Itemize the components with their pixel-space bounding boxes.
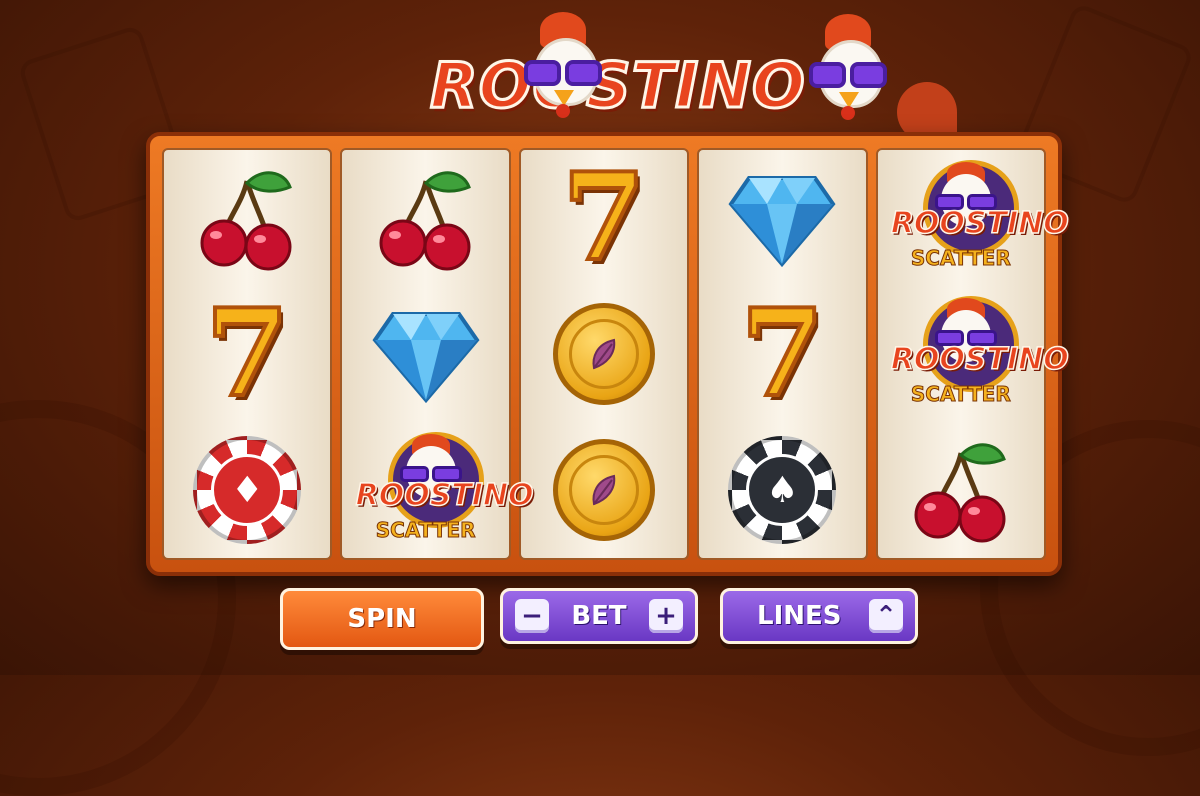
slot-machine-frame: 7 ♦ ROOSTINO SCATTER 7 7 ♠ ROOSTINO SCATTER … bbox=[146, 132, 1070, 576]
rooster-mascot-icon bbox=[520, 10, 606, 120]
spin-button[interactable]: SPIN bbox=[280, 588, 484, 650]
scatter-subtitle: SCATTER bbox=[375, 518, 476, 543]
red-diamond-chip-symbol-icon: ♦ bbox=[177, 426, 317, 554]
seven-glyph: 7 bbox=[560, 147, 647, 288]
seven-glyph: 7 bbox=[739, 283, 826, 424]
scatter-symbol-icon: ROOSTINO SCATTER bbox=[355, 426, 534, 554]
feather-coin-symbol-icon bbox=[534, 290, 674, 418]
scatter-title: ROOSTINO bbox=[890, 205, 1069, 242]
bet-label: BET bbox=[571, 601, 627, 631]
logo-title: ROOSTINO bbox=[429, 47, 807, 123]
game-logo: ROOSTINO bbox=[429, 40, 807, 130]
scatter-subtitle: SCATTER bbox=[910, 382, 1011, 407]
reel-3: 7 bbox=[518, 148, 690, 560]
reel-4: 7 ♠ bbox=[697, 148, 868, 560]
seven-symbol-icon: 7 bbox=[177, 290, 317, 418]
scatter-subtitle: SCATTER bbox=[910, 246, 1011, 271]
bet-minus-button[interactable]: − bbox=[515, 599, 549, 633]
lines-control[interactable]: LINES ⌃ bbox=[720, 588, 918, 644]
scatter-symbol-icon: ROOSTINO SCATTER bbox=[890, 154, 1070, 282]
seven-symbol-icon: 7 bbox=[712, 290, 852, 418]
scatter-symbol-icon: ROOSTINO SCATTER bbox=[890, 290, 1070, 418]
cherry-symbol-icon bbox=[356, 154, 496, 282]
lines-label: LINES bbox=[757, 601, 842, 631]
control-bar: SPIN − BET + LINES ⌃ bbox=[280, 588, 920, 650]
lines-up-button[interactable]: ⌃ bbox=[869, 599, 903, 633]
scatter-title: ROOSTINO bbox=[890, 341, 1069, 378]
cherry-symbol-icon bbox=[177, 154, 317, 282]
feather-coin-symbol-icon bbox=[534, 426, 674, 554]
diamond-suit-icon: ♦ bbox=[211, 454, 284, 526]
diamond-symbol-icon bbox=[712, 154, 852, 282]
spin-label: SPIN bbox=[347, 604, 417, 634]
reel-1: 7 ♦ bbox=[162, 148, 333, 560]
reel-2: ROOSTINO SCATTER bbox=[340, 148, 534, 560]
bet-plus-button[interactable]: + bbox=[648, 599, 683, 633]
black-spade-chip-symbol-icon: ♠ bbox=[712, 426, 852, 554]
scatter-title: ROOSTINO bbox=[355, 477, 534, 514]
diamond-symbol-icon bbox=[356, 290, 496, 418]
rooster-mascot-icon bbox=[805, 12, 957, 142]
cherry-symbol-icon bbox=[891, 426, 1031, 554]
seven-symbol-icon: 7 bbox=[534, 154, 674, 282]
reel-5: ROOSTINO SCATTER ROOSTINO SCATTER bbox=[875, 148, 1070, 560]
bet-control: − BET + bbox=[500, 588, 698, 644]
reels-container: 7 ♦ ROOSTINO SCATTER 7 7 ♠ ROOSTINO SCATTER … bbox=[162, 148, 1070, 560]
seven-glyph: 7 bbox=[203, 283, 290, 424]
spade-suit-icon: ♠ bbox=[746, 454, 819, 526]
